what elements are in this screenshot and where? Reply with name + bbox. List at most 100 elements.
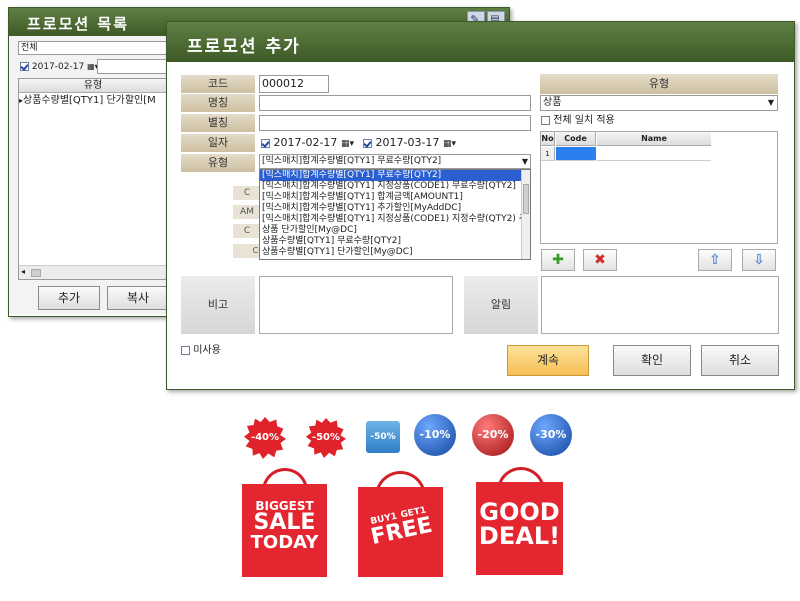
bag1-line2: SALE [253,510,316,535]
hidden-label-2: AM [233,205,261,219]
date-to-value: 2017-03-17 [375,136,440,149]
shopping-bag-buy-one-get-one: BUY1 GET1 FREE [358,487,443,577]
type-option[interactable]: [믹스매치]합계수량별[QTY1] 무료수량[QTY2] [260,170,530,181]
list-copy-button[interactable]: 복사 [107,286,169,310]
note-label: 비고 [181,276,255,334]
product-type-value: 상품 [543,97,562,108]
continue-button[interactable]: 계속 [507,345,589,376]
match-all-checkbox-box[interactable] [541,115,550,125]
list-horizontal-scrollbar[interactable]: ◂ [19,265,167,279]
type-dropdown-list[interactable]: [믹스매치]합계수량별[QTY1] 무료수량[QTY2] [믹스매치]합계수량별… [259,169,531,260]
grid-header-name[interactable]: Name [597,132,711,146]
alert-label: 알림 [464,276,538,334]
shopping-bag-biggest-sale: BIGGEST SALE TODAY [242,484,327,577]
badge-starburst-50: -50% [306,418,346,458]
chevron-down-icon[interactable]: ▼ [768,96,774,110]
list-date-picker[interactable]: 2017-02-17 ▦▾ [20,60,100,74]
add-window-title: 프로모션 추가 [187,37,301,57]
badge-20-text: -20% [477,428,509,441]
bag3-line2: DEAL! [478,522,561,550]
table-row[interactable]: ▸상품수량별[QTY1] 단가할인[M [19,94,167,107]
cancel-button[interactable]: 취소 [701,345,779,376]
right-panel-header: 유형 [540,74,778,94]
arrow-down-icon: ⇩ [753,252,765,268]
badge-sticker-text: -50% [370,432,396,442]
promotion-add-window: 프로모션 추가 코드 명칭 별칭 일자 유형 000012 2017-02-17… [166,21,795,390]
date-to-picker[interactable]: 2017-03-17 ▦▾ [363,135,456,151]
date-label: 일자 [181,134,255,152]
badge-circle-30: -30% [530,414,572,456]
unused-checkbox-box[interactable] [181,345,190,355]
scroll-left-icon[interactable]: ◂ [21,267,25,276]
continue-label: 계속 [536,353,560,367]
dropdown-scroll-thumb[interactable] [523,184,529,214]
product-type-select[interactable]: 상품 ▼ [540,95,778,111]
type-option[interactable]: [믹스매치]합계수량별[QTY1] 합계금액[AMOUNT1] [260,192,530,203]
type-select-value: [믹스매치]합계수량별[QTY1] 무료수량[QTY2] [262,156,442,166]
add-window-titlebar[interactable]: 프로모션 추가 [167,22,794,62]
type-option[interactable]: 상품수량별[QTY1] 단가할인[My@DC] [260,247,530,258]
list-search-input[interactable] [97,59,167,74]
hidden-label-3: C [233,224,261,238]
delete-row-button[interactable]: ✖ [583,249,617,271]
hidden-label-1: C [233,186,261,200]
calendar-icon[interactable]: ▦▾ [443,139,456,149]
shopping-bag-good-deal: GOOD DEAL! [476,482,563,575]
type-option[interactable]: 상품 단가할인[My@DC] [260,225,530,236]
bag3-line1: GOOD [479,498,560,526]
filter-select[interactable]: 전체 [18,41,168,55]
list-date-checkbox[interactable] [20,62,29,71]
name-label: 명칭 [181,94,255,112]
date-from-checkbox[interactable] [261,138,270,148]
grid-header-no[interactable]: No [541,132,555,146]
alert-field[interactable] [541,276,779,334]
unused-checkbox[interactable]: 미사용 [181,344,241,358]
match-all-checkbox[interactable]: 전체 일치 적용 [541,114,661,128]
add-row-button[interactable]: ✚ [541,249,575,271]
code-field[interactable]: 000012 [259,75,329,93]
move-down-button[interactable]: ⇩ [742,249,776,271]
code-label: 코드 [181,75,255,93]
type-option[interactable]: [믹스매치]합계수량별[QTY1] 지정상품(CODE1) 지정수량(QTY2)… [260,214,530,225]
type-label: 유형 [181,154,255,172]
alias-label: 별칭 [181,114,255,132]
type-option[interactable]: [믹스매치]합계수량별[QTY1] 추가할인[MyAddDC] [260,203,530,214]
confirm-label: 확인 [640,353,664,367]
badge-10-text: -10% [419,428,451,441]
chevron-down-icon[interactable]: ▼ [522,155,528,168]
name-field[interactable] [259,95,531,111]
confirm-button[interactable]: 확인 [613,345,691,376]
date-from-picker[interactable]: 2017-02-17 ▦▾ [261,135,354,151]
badge-50-text: -50% [311,432,341,443]
scroll-thumb[interactable] [31,269,41,277]
unused-label: 미사용 [193,345,221,356]
badge-sticker-50: -50% [366,421,400,453]
type-option[interactable]: [믹스매치]합계수량별[QTY1] 지정상품(CODE1) 무료수량[QTY2] [260,181,530,192]
list-date-value: 2017-02-17 [31,62,85,72]
note-field[interactable] [259,276,453,334]
date-to-checkbox[interactable] [363,138,372,148]
grid-cell-code[interactable] [556,147,596,161]
type-select[interactable]: [믹스매치]합계수량별[QTY1] 무료수량[QTY2] ▼ [259,154,531,169]
plus-icon: ✚ [552,252,564,268]
move-up-button[interactable]: ⇧ [698,249,732,271]
arrow-up-icon: ⇧ [709,252,721,268]
bag1-line3: TODAY [250,532,319,553]
calendar-icon[interactable]: ▦▾ [341,139,354,149]
grid-cell-name[interactable] [597,147,711,161]
badge-starburst-40: -40% [244,417,286,459]
type-option[interactable]: 상품수량별[QTY1] 무료수량[QTY2] [260,236,530,247]
list-window-title: 프로모션 목록 [27,15,130,33]
match-all-label: 전체 일치 적용 [553,115,615,126]
list-grid-header[interactable]: 유형 [19,79,167,93]
code-field-value: 000012 [262,77,304,90]
list-add-button[interactable]: 추가 [38,286,100,310]
dropdown-scrollbar[interactable] [521,170,530,259]
badge-circle-10: -10% [414,414,456,456]
grid-header-code[interactable]: Code [556,132,596,146]
bag2-text-group: BUY1 GET1 FREE [355,501,445,552]
filter-select-value: 전체 [21,43,38,53]
list-add-label: 추가 [57,291,81,305]
alias-field[interactable] [259,115,531,131]
list-grid-header-label: 유형 [83,80,103,91]
